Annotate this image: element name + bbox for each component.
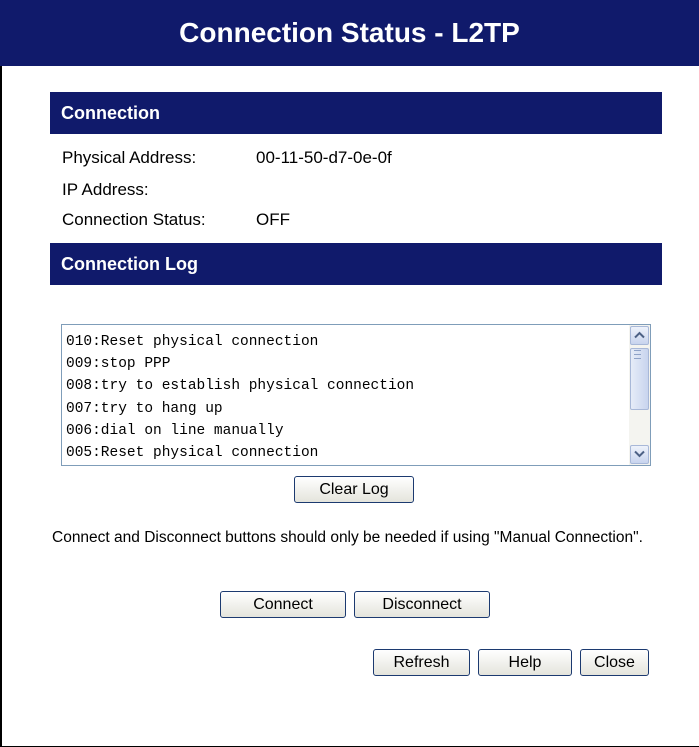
log-line: 010:Reset physical connection — [66, 334, 319, 350]
connection-log-textarea[interactable]: 010:Reset physical connection 009:stop P… — [61, 324, 651, 466]
chevron-down-icon — [634, 450, 645, 458]
refresh-button[interactable]: Refresh — [373, 649, 470, 676]
log-line: 006:dial on line manually — [66, 422, 284, 439]
connection-status-value: OFF — [256, 210, 290, 229]
log-lines: 010:Reset physical connection 009:stop P… — [66, 331, 414, 464]
log-line: 009:stop PPP — [66, 356, 171, 373]
ip-address-row: IP Address: — [62, 179, 149, 201]
physical-address-row: Physical Address: 00-11-50-d7-0e-0f — [62, 147, 392, 169]
connection-heading: Connection — [61, 103, 160, 123]
physical-address-label: Physical Address: — [62, 148, 197, 167]
connect-button[interactable]: Connect — [220, 591, 346, 618]
log-line: 007:try to hang up — [66, 400, 223, 417]
log-line: 008:try to establish physical connection — [66, 378, 415, 395]
chevron-up-icon — [634, 331, 645, 339]
scroll-down-button[interactable] — [630, 445, 649, 464]
clear-log-button[interactable]: Clear Log — [294, 476, 414, 503]
page-title-bar: Connection Status - L2TP — [0, 0, 699, 66]
manual-connection-note: Connect and Disconnect buttons should on… — [52, 529, 643, 546]
log-scrollbar[interactable] — [629, 325, 650, 465]
page-title: Connection Status - L2TP — [179, 17, 520, 48]
connection-section-header: Connection — [50, 92, 662, 134]
connection-log-heading: Connection Log — [61, 254, 198, 274]
connection-status-label: Connection Status: — [62, 210, 206, 229]
scroll-up-button[interactable] — [630, 326, 649, 345]
disconnect-button[interactable]: Disconnect — [354, 591, 490, 618]
close-button[interactable]: Close — [580, 649, 649, 676]
help-button[interactable]: Help — [478, 649, 572, 676]
log-line: 005:Reset physical connection — [66, 445, 319, 462]
physical-address-value: 00-11-50-d7-0e-0f — [256, 148, 392, 167]
connection-log-section-header: Connection Log — [50, 243, 662, 285]
connection-status-row: Connection Status: OFF — [62, 209, 290, 231]
ip-address-label: IP Address: — [62, 180, 149, 199]
scroll-grip-icon — [634, 350, 641, 359]
